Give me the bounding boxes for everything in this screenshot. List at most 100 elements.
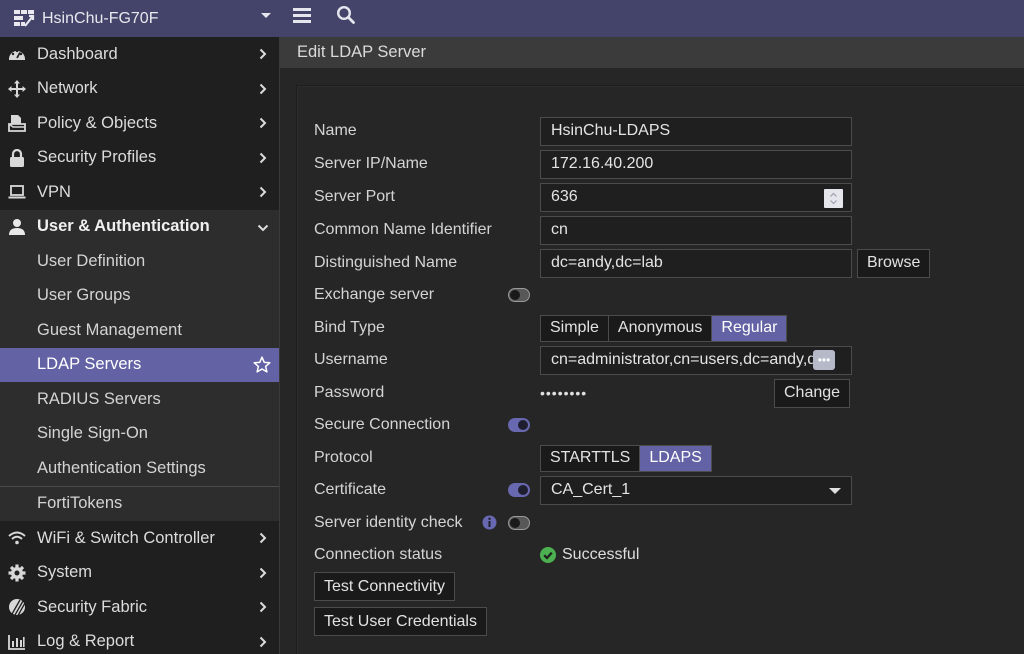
sidebar-item-system[interactable]: System bbox=[0, 556, 279, 591]
ldap-server-form: Name HsinChu-LDAPS Server IP/Name 172.16… bbox=[296, 85, 1024, 654]
sidebar-item-authentication-settings[interactable]: Authentication Settings bbox=[0, 451, 279, 486]
server-ip-input[interactable]: 172.16.40.200 bbox=[540, 149, 852, 179]
server-identity-check-toggle[interactable] bbox=[508, 516, 530, 530]
form-row-password: Password •••••••• Change bbox=[314, 378, 1014, 408]
exchange-server-toggle[interactable] bbox=[508, 288, 530, 302]
sidebar-item-label: Dashboard bbox=[37, 44, 118, 63]
test-user-credentials-button[interactable]: Test User Credentials bbox=[314, 607, 487, 636]
secure-connection-toggle[interactable] bbox=[508, 418, 530, 432]
connection-status: Successful bbox=[540, 546, 639, 564]
sidebar-item-label: Log & Report bbox=[37, 632, 135, 651]
sidebar-item-dashboard[interactable]: Dashboard bbox=[0, 37, 279, 72]
password-label: Password bbox=[314, 384, 385, 401]
cn-identifier-label: Common Name Identifier bbox=[314, 221, 492, 238]
sidebar-item-fortitokens[interactable]: FortiTokens bbox=[0, 487, 279, 522]
bind-type-selector: Simple Anonymous Regular bbox=[540, 314, 788, 342]
sidebar-item-label: User Groups bbox=[37, 286, 131, 305]
cn-identifier-input[interactable]: cn bbox=[540, 215, 852, 245]
server-port-label: Server Port bbox=[314, 188, 395, 205]
sidebar-item-vpn[interactable]: VPN bbox=[0, 175, 279, 210]
bind-type-simple[interactable]: Simple bbox=[541, 315, 609, 341]
certificate-label: Certificate bbox=[314, 481, 387, 498]
sidebar-item-user-groups[interactable]: User Groups bbox=[0, 279, 279, 314]
username-input[interactable]: cn=administrator,cn=users,dc=andy,dc= ••… bbox=[540, 345, 852, 375]
browse-button[interactable]: Browse bbox=[857, 248, 931, 278]
sidebar-item-label: LDAP Servers bbox=[37, 355, 142, 374]
server-port-input[interactable]: 636 bbox=[540, 182, 852, 212]
sidebar-item-ldap-servers[interactable]: LDAP Servers bbox=[0, 347, 279, 382]
bar-chart-icon bbox=[8, 633, 26, 651]
device-selector[interactable]: HsinChu-FG70F bbox=[0, 0, 280, 37]
chevron-right-icon bbox=[259, 186, 267, 198]
change-password-button[interactable]: Change bbox=[774, 378, 851, 408]
sidebar-item-user-definition[interactable]: User Definition bbox=[0, 244, 279, 279]
sidebar-item-log-report[interactable]: Log & Report bbox=[0, 625, 279, 654]
sidebar-item-label: System bbox=[37, 563, 93, 582]
more-options-icon[interactable]: ••• bbox=[813, 349, 835, 370]
chevron-right-icon bbox=[259, 83, 267, 94]
sidebar-item-single-sign-on[interactable]: Single Sign-On bbox=[0, 417, 279, 452]
sidebar-item-network[interactable]: Network bbox=[0, 72, 279, 107]
sidebar-item-wifi-switch-controller[interactable]: WiFi & Switch Controller bbox=[0, 521, 279, 556]
sidebar-item-label: VPN bbox=[37, 182, 71, 201]
sidebar-item-label: WiFi & Switch Controller bbox=[37, 528, 215, 547]
sidebar-item-label: User & Authentication bbox=[37, 217, 210, 236]
certificate-select[interactable]: CA_Cert_1 bbox=[540, 475, 852, 505]
sidebar-item-policy-objects[interactable]: Policy & Objects bbox=[0, 106, 279, 141]
top-bar: HsinChu-FG70F bbox=[0, 0, 1024, 37]
username-label: Username bbox=[314, 351, 388, 368]
bind-type-regular[interactable]: Regular bbox=[712, 315, 787, 341]
device-name: HsinChu-FG70F bbox=[42, 9, 159, 27]
sidebar-item-label: Single Sign-On bbox=[37, 424, 148, 443]
form-row-username: Username cn=administrator,cn=users,dc=an… bbox=[314, 345, 1014, 375]
protocol-starttls[interactable]: STARTTLS bbox=[541, 445, 641, 471]
sidebar-item-label: Network bbox=[37, 79, 98, 98]
protocol-label: Protocol bbox=[314, 449, 373, 466]
password-masked-value: •••••••• bbox=[540, 385, 588, 401]
policy-document-icon bbox=[8, 114, 26, 133]
page-header: Edit LDAP Server bbox=[280, 37, 1024, 68]
star-favorite-icon[interactable] bbox=[253, 355, 271, 374]
form-row-connection-status: Connection status Successful bbox=[314, 540, 1014, 570]
hamburger-menu-icon[interactable] bbox=[293, 8, 311, 26]
protocol-ldaps[interactable]: LDAPS bbox=[640, 445, 711, 471]
sidebar-item-label: Authentication Settings bbox=[37, 458, 206, 477]
sidebar-item-guest-management[interactable]: Guest Management bbox=[0, 313, 279, 348]
main-content: Edit LDAP Server Name HsinChu-LDAPS Serv… bbox=[279, 37, 1024, 654]
lock-icon bbox=[8, 148, 26, 167]
caret-down-icon[interactable] bbox=[261, 13, 271, 18]
form-row-certificate: Certificate CA_Cert_1 bbox=[314, 475, 1014, 505]
test-connectivity-button[interactable]: Test Connectivity bbox=[314, 572, 455, 601]
info-icon[interactable] bbox=[482, 515, 497, 530]
form-row-exchange-server: Exchange server bbox=[314, 280, 1014, 310]
chevron-right-icon bbox=[259, 48, 267, 60]
server-identity-check-label: Server identity check bbox=[314, 514, 463, 531]
form-row-distinguished-name: Distinguished Name dc=andy,dc=lab Browse bbox=[314, 248, 1014, 278]
check-circle-icon bbox=[540, 547, 556, 563]
form-row-server-port: Server Port 636 bbox=[314, 182, 1014, 212]
sidebar-item-security-fabric[interactable]: Security Fabric bbox=[0, 590, 279, 625]
form-row-server-ip: Server IP/Name 172.16.40.200 bbox=[314, 149, 1014, 179]
name-input[interactable]: HsinChu-LDAPS bbox=[540, 116, 852, 146]
chevron-right-icon bbox=[259, 117, 267, 129]
sidebar-item-label: RADIUS Servers bbox=[37, 389, 161, 408]
bind-type-label: Bind Type bbox=[314, 319, 385, 336]
certificate-toggle[interactable] bbox=[508, 483, 530, 497]
port-spinner-icon[interactable] bbox=[824, 188, 843, 208]
search-icon[interactable] bbox=[336, 5, 356, 25]
sidebar-item-radius-servers[interactable]: RADIUS Servers bbox=[0, 382, 279, 417]
sidebar-item-security-profiles[interactable]: Security Profiles bbox=[0, 141, 279, 176]
connection-status-label: Connection status bbox=[314, 546, 443, 563]
sidebar-item-label: FortiTokens bbox=[37, 494, 123, 513]
wifi-icon bbox=[8, 529, 26, 547]
caret-down-icon bbox=[829, 487, 841, 494]
sidebar-item-user-authentication[interactable]: User & Authentication bbox=[0, 209, 279, 244]
username-value: cn=administrator,cn=users,dc=andy,dc= bbox=[551, 351, 834, 368]
distinguished-name-input[interactable]: dc=andy,dc=lab bbox=[540, 248, 852, 278]
bind-type-anonymous[interactable]: Anonymous bbox=[608, 315, 713, 341]
name-label: Name bbox=[314, 122, 357, 139]
form-row-cn-identifier: Common Name Identifier cn bbox=[314, 215, 1014, 245]
laptop-icon bbox=[8, 183, 26, 201]
dashboard-gauge-icon bbox=[8, 45, 26, 63]
gear-icon bbox=[8, 564, 26, 582]
